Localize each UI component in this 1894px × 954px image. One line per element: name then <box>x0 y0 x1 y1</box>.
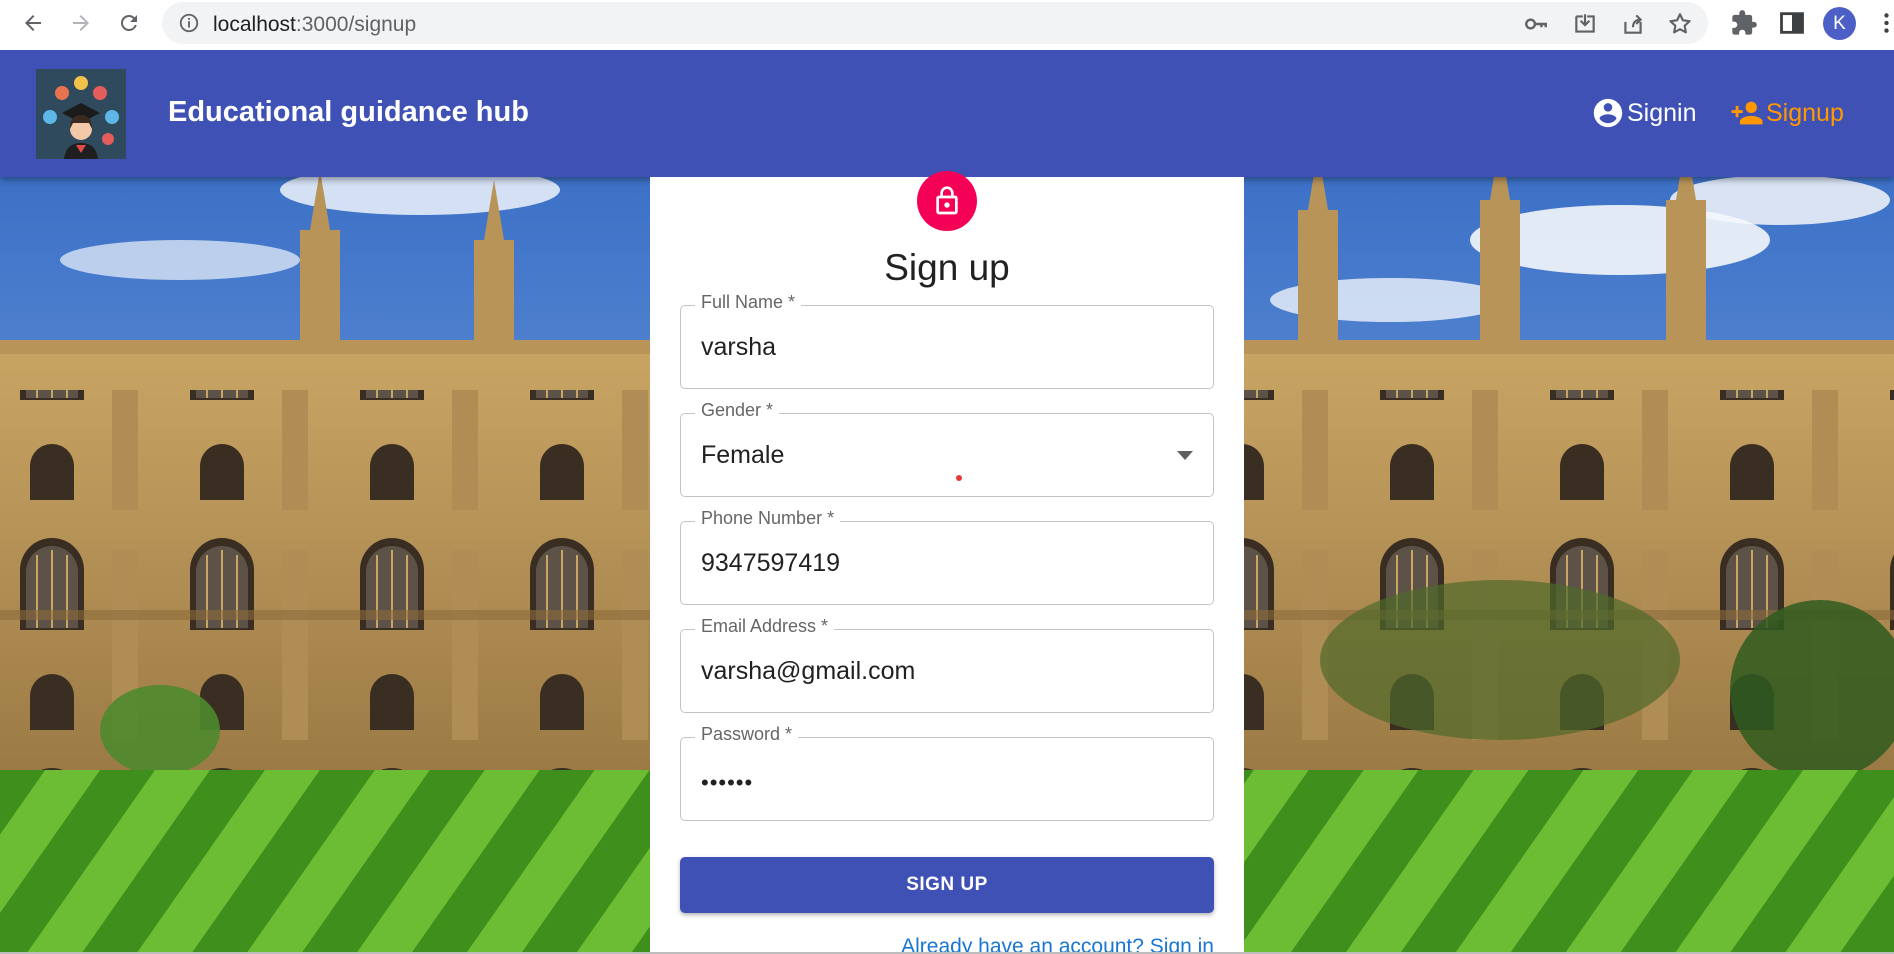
back-button[interactable] <box>16 6 50 40</box>
key-icon[interactable] <box>1523 11 1549 37</box>
info-icon[interactable] <box>178 12 200 34</box>
page-viewport: Educational guidance hub Signin Signup S… <box>0 50 1894 954</box>
extensions-icon[interactable] <box>1730 9 1758 37</box>
bookmark-star-icon[interactable] <box>1667 11 1693 37</box>
app-header: Educational guidance hub Signin Signup <box>0 50 1894 177</box>
reload-icon <box>121 14 137 31</box>
browser-window: localhost:3000/signup K Educational guid… <box>0 0 1894 954</box>
nav-signin-link[interactable]: Signin <box>1591 95 1697 131</box>
logo-graduate-icon[interactable] <box>36 69 126 159</box>
lock-icon <box>936 186 958 215</box>
gender-value[interactable]: Female <box>701 441 784 470</box>
password-value[interactable]: •••••• <box>701 770 753 796</box>
gender-select[interactable]: Gender * Female <box>680 400 1214 497</box>
nav-signup-link[interactable]: Signup <box>1730 95 1844 131</box>
nav-signup-label: Signup <box>1766 98 1844 127</box>
phone-number-field[interactable]: Phone Number * 9347597419 <box>680 508 1214 605</box>
password-label: Password * <box>695 724 799 745</box>
reload-button[interactable] <box>112 6 146 40</box>
phone-number-value[interactable]: 9347597419 <box>701 549 840 578</box>
dropdown-arrow-icon[interactable] <box>1177 451 1193 460</box>
url-host: localhost <box>213 13 296 36</box>
full-name-value[interactable]: varsha <box>701 333 776 362</box>
browser-toolbar: localhost:3000/signup K <box>0 0 1894 50</box>
gender-label: Gender * <box>695 400 780 421</box>
back-arrow-icon <box>25 15 41 31</box>
account-circle-icon <box>1593 98 1623 128</box>
url-path: :3000/signup <box>295 13 417 36</box>
nav-signin-label: Signin <box>1627 98 1697 127</box>
lock-avatar <box>917 171 977 231</box>
password-field[interactable]: Password * •••••• <box>680 724 1214 821</box>
install-app-icon[interactable] <box>1572 11 1598 37</box>
email-label: Email Address * <box>695 616 835 637</box>
signup-card: Sign up Full Name * varsha Gender * Fema… <box>650 171 1244 954</box>
full-name-label: Full Name * <box>695 292 802 313</box>
app-title[interactable]: Educational guidance hub <box>168 96 529 129</box>
person-add-icon <box>1731 101 1763 125</box>
menu-dots-icon[interactable] <box>1879 10 1894 36</box>
email-field[interactable]: Email Address * varsha@gmail.com <box>680 616 1214 713</box>
forward-button[interactable] <box>64 6 98 40</box>
page-title: Sign up <box>884 247 1010 288</box>
sign-up-button[interactable]: SIGN UP <box>680 857 1214 913</box>
side-panel-icon[interactable] <box>1778 9 1806 37</box>
email-value[interactable]: varsha@gmail.com <box>701 657 915 686</box>
share-icon[interactable] <box>1620 11 1646 37</box>
full-name-field[interactable]: Full Name * varsha <box>680 292 1214 389</box>
address-bar[interactable]: localhost:3000/signup <box>162 2 1708 44</box>
url-text: localhost:3000/signup <box>213 13 416 37</box>
forward-arrow-icon <box>73 15 89 31</box>
cursor-dot <box>956 475 962 481</box>
profile-avatar[interactable]: K <box>1823 7 1856 40</box>
phone-number-label: Phone Number * <box>695 508 841 529</box>
